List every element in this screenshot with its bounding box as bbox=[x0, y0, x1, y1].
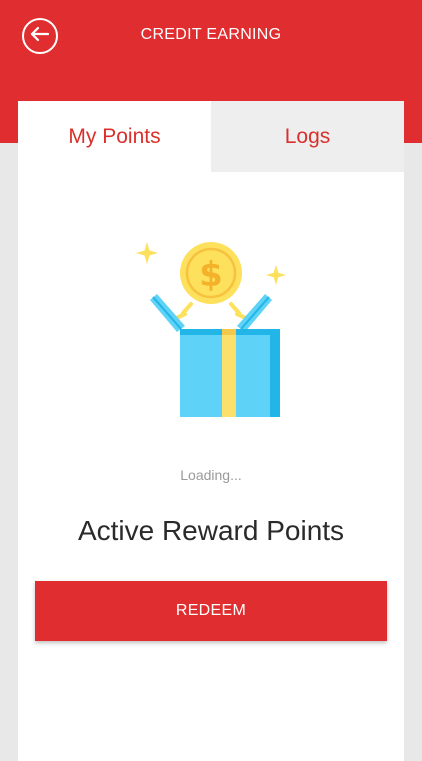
coin-icon: $ bbox=[180, 242, 242, 304]
points-card: My Points Logs $ Loading... Active Rewar… bbox=[18, 101, 404, 761]
gift-box-coin-icon: $ bbox=[125, 236, 297, 421]
sparkle-left-icon bbox=[136, 242, 158, 264]
loading-text: Loading... bbox=[180, 467, 242, 483]
tab-logs[interactable]: Logs bbox=[211, 101, 404, 172]
page-title: CREDIT EARNING bbox=[140, 26, 282, 43]
redeem-button[interactable]: REDEEM bbox=[35, 581, 387, 641]
sparkle-right-icon bbox=[266, 265, 286, 285]
tab-bar: My Points Logs bbox=[18, 101, 404, 172]
svg-text:$: $ bbox=[199, 255, 223, 295]
tab-my-points[interactable]: My Points bbox=[18, 101, 211, 172]
active-reward-points-label: Active Reward Points bbox=[77, 515, 345, 546]
